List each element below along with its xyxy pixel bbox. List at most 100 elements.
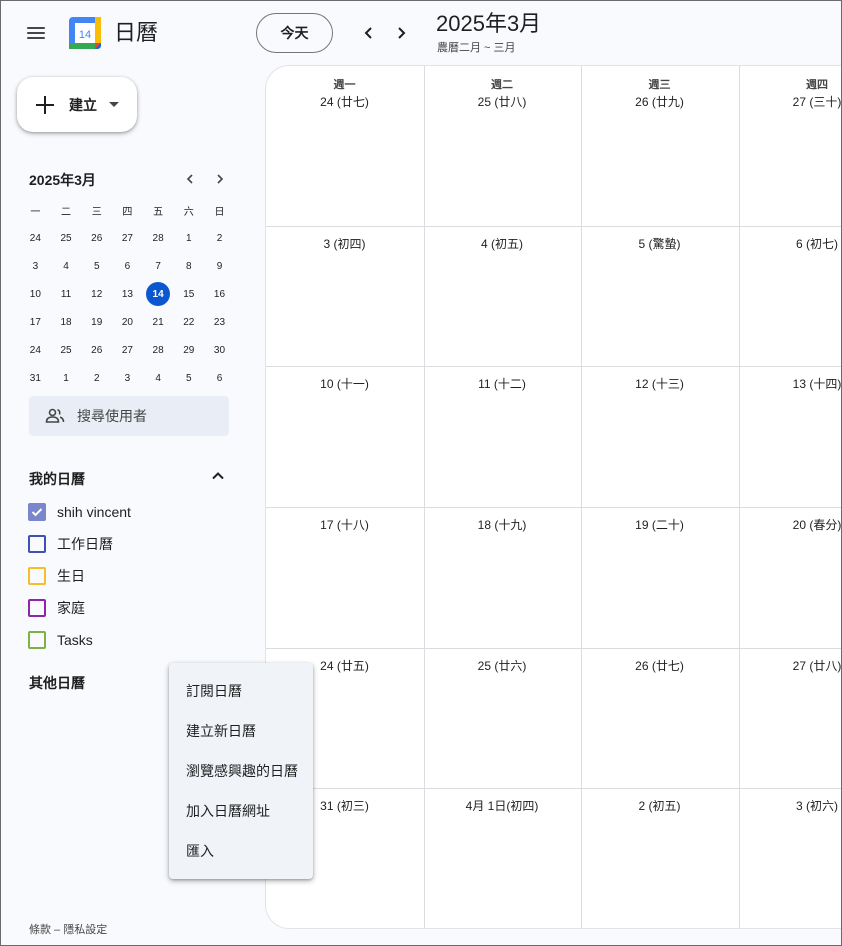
mini-calendar-day[interactable]: 24 (20, 224, 51, 252)
mini-calendar-day[interactable]: 10 (20, 280, 51, 308)
mini-calendar-day[interactable]: 18 (51, 308, 82, 336)
day-cell-date[interactable]: 18 (十九) (424, 516, 581, 533)
calendar-checkbox[interactable] (28, 503, 46, 521)
mini-calendar-day[interactable]: 15 (173, 280, 204, 308)
day-cell-date[interactable]: 5 (驚蟄) (581, 235, 738, 252)
today-button[interactable]: 今天 (256, 13, 333, 53)
mini-calendar-day[interactable]: 27 (112, 224, 143, 252)
mini-calendar-day-label: 5 (93, 260, 100, 272)
day-cell-date[interactable]: 13 (十四) (739, 375, 842, 392)
day-cell-date[interactable]: 10 (十一) (266, 375, 423, 392)
mini-calendar-day[interactable]: 19 (81, 308, 112, 336)
day-cell-date[interactable]: 3 (初四) (266, 235, 423, 252)
mini-calendar-day[interactable]: 1 (173, 224, 204, 252)
other-calendars-title[interactable]: 其他日曆 (29, 673, 85, 693)
day-cell-date[interactable]: 27 (三十) (739, 93, 842, 110)
menu-item[interactable]: 加入日曆網址 (169, 791, 313, 831)
day-cell-date[interactable]: 4月 1日(初四) (424, 797, 581, 814)
mini-calendar-day[interactable]: 2 (204, 224, 235, 252)
day-cell-date[interactable]: 25 (廿六) (424, 657, 581, 674)
chevron-up-icon[interactable] (208, 466, 228, 486)
day-cell-date[interactable]: 26 (廿七) (581, 657, 738, 674)
calendar-checkbox[interactable] (28, 567, 46, 585)
mini-calendar-day[interactable]: 28 (143, 224, 174, 252)
day-cell-date[interactable]: 3 (初六) (739, 797, 842, 814)
day-cell-date[interactable]: 11 (十二) (424, 375, 581, 392)
mini-calendar-day[interactable]: 4 (51, 252, 82, 280)
mini-calendar-day[interactable]: 12 (81, 280, 112, 308)
people-icon (45, 408, 65, 423)
calendar-list-item[interactable]: 工作日曆 (28, 534, 113, 554)
mini-calendar-day[interactable]: 4 (143, 364, 174, 392)
mini-calendar-day[interactable]: 16 (204, 280, 235, 308)
mini-calendar-day[interactable]: 2 (81, 364, 112, 392)
calendar-checkbox[interactable] (28, 599, 46, 617)
day-cell-date[interactable]: 6 (初七) (739, 235, 842, 252)
mini-calendar-day-label: 1 (63, 372, 69, 384)
mini-calendar-day[interactable]: 5 (81, 252, 112, 280)
terms-link[interactable]: 條款 (29, 924, 51, 936)
mini-calendar-day[interactable]: 27 (112, 336, 143, 364)
mini-calendar-day[interactable]: 6 (112, 252, 143, 280)
mini-calendar-day[interactable]: 24 (20, 336, 51, 364)
mini-calendar-day[interactable]: 9 (204, 252, 235, 280)
mini-calendar-day[interactable]: 29 (173, 336, 204, 364)
menu-item[interactable]: 訂閱日曆 (169, 671, 313, 711)
mini-calendar-day[interactable]: 31 (20, 364, 51, 392)
mini-calendar-day[interactable]: 6 (204, 364, 235, 392)
mini-calendar-day[interactable]: 22 (173, 308, 204, 336)
mini-calendar-day[interactable]: 3 (20, 252, 51, 280)
create-button[interactable]: 建立 (17, 77, 137, 132)
mini-calendar-day-label: 10 (29, 288, 41, 300)
day-cell-date[interactable]: 17 (十八) (266, 516, 423, 533)
mini-calendar-day[interactable]: 7 (143, 252, 174, 280)
day-cell-date[interactable]: 27 (廿八) (739, 657, 842, 674)
day-cell-date[interactable]: 20 (春分) (739, 516, 842, 533)
my-calendars-title[interactable]: 我的日曆 (29, 469, 85, 489)
mini-calendar-day[interactable]: 13 (112, 280, 143, 308)
mini-calendar-next-button[interactable] (209, 168, 231, 190)
next-period-button[interactable] (388, 20, 414, 46)
day-cell-date[interactable]: 12 (十三) (581, 375, 738, 392)
menu-item[interactable]: 瀏覽感興趣的日曆 (169, 751, 313, 791)
mini-calendar-prev-button[interactable] (179, 168, 201, 190)
mini-calendar-day[interactable]: 17 (20, 308, 51, 336)
mini-calendar-day[interactable]: 26 (81, 336, 112, 364)
mini-calendar-day[interactable]: 1 (51, 364, 82, 392)
calendar-list-item[interactable]: shih vincent (28, 502, 131, 522)
mini-calendar-day[interactable]: 3 (112, 364, 143, 392)
mini-calendar-day[interactable]: 5 (173, 364, 204, 392)
mini-calendar-day[interactable]: 20 (112, 308, 143, 336)
mini-calendar-day[interactable]: 21 (143, 308, 174, 336)
calendar-checkbox[interactable] (28, 535, 46, 553)
day-cell-date[interactable]: 19 (二十) (581, 516, 738, 533)
mini-calendar-day[interactable]: 30 (204, 336, 235, 364)
main-menu-icon[interactable] (24, 22, 48, 46)
mini-calendar-day[interactable]: 8 (173, 252, 204, 280)
calendar-list-item[interactable]: 生日 (28, 566, 85, 586)
mini-calendar-day[interactable]: 25 (51, 336, 82, 364)
mini-calendar-day-label: 27 (121, 232, 133, 244)
calendar-list-item[interactable]: 家庭 (28, 598, 85, 618)
mini-calendar-day[interactable]: 23 (204, 308, 235, 336)
mini-calendar-day-label: 12 (91, 288, 103, 300)
day-cell-date[interactable]: 4 (初五) (424, 235, 581, 252)
privacy-link[interactable]: 隱私設定 (63, 924, 107, 936)
menu-item[interactable]: 建立新日曆 (169, 711, 313, 751)
mini-calendar-day[interactable]: 14 (143, 280, 174, 308)
mini-calendar-day-label: 19 (91, 316, 103, 328)
previous-period-button[interactable] (356, 20, 382, 46)
day-cell-date[interactable]: 25 (廿八) (424, 93, 581, 110)
day-cell-date[interactable]: 2 (初五) (581, 797, 738, 814)
day-cell-date[interactable]: 26 (廿九) (581, 93, 738, 110)
calendar-list-item[interactable]: Tasks (28, 630, 93, 650)
day-cell-date[interactable]: 24 (廿七) (266, 93, 423, 110)
mini-calendar-weekday: 五 (153, 206, 164, 218)
search-people-input[interactable]: 搜尋使用者 (29, 396, 229, 436)
mini-calendar-day[interactable]: 26 (81, 224, 112, 252)
mini-calendar-day[interactable]: 11 (51, 280, 82, 308)
menu-item[interactable]: 匯入 (169, 831, 313, 871)
calendar-checkbox[interactable] (28, 631, 46, 649)
mini-calendar-day[interactable]: 25 (51, 224, 82, 252)
mini-calendar-day[interactable]: 28 (143, 336, 174, 364)
